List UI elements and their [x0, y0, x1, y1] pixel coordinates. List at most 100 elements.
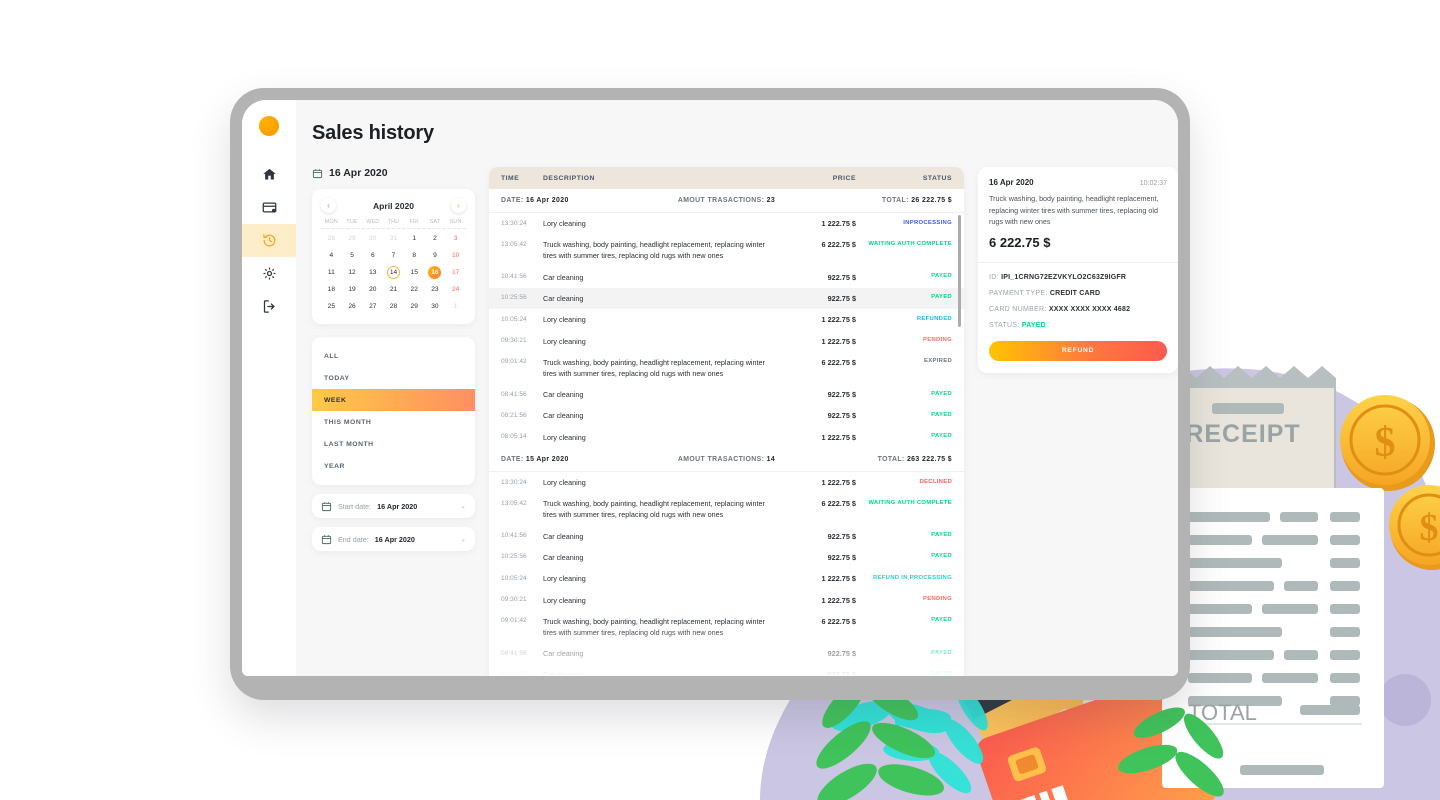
calendar-day[interactable]: 29: [342, 231, 363, 246]
calendar-divider: [321, 228, 466, 229]
table-row[interactable]: 13:30:24 Lory cleaning 1 222.75 $ DECLINED: [489, 472, 964, 493]
calendar-day[interactable]: 28: [321, 231, 342, 246]
sidebar-item-settings[interactable]: [242, 257, 296, 290]
calendar-weekday: MON: [324, 219, 338, 225]
refund-button[interactable]: REFUND: [989, 340, 1167, 361]
calendar-day[interactable]: 25: [321, 299, 342, 314]
calendar-weekday: TUE: [346, 219, 358, 225]
calendar-prev-month-button[interactable]: ‹: [321, 198, 336, 213]
calendar-day[interactable]: 15: [404, 265, 425, 280]
calendar-day-number: 18: [327, 286, 336, 293]
table-scrollbar[interactable]: [958, 215, 961, 327]
table-row[interactable]: 09:30:21 Lory cleaning 1 222.75 $ PENDING: [489, 331, 964, 352]
table-row[interactable]: 09:30:21 Lory cleaning 1 222.75 $ PENDING: [489, 590, 964, 611]
filter-list: ALL TODAY WEEK THIS MONTH LAST MONTH YEAR: [312, 337, 475, 485]
calendar-day[interactable]: 1: [445, 299, 466, 314]
table-row[interactable]: 08:21:56 Car cleaning 922.75 $ PAYED: [489, 664, 964, 676]
table-row[interactable]: 08:41:56 Car cleaning 922.75 $ PAYED: [489, 384, 964, 405]
sidebar-item-logout[interactable]: [242, 290, 296, 323]
row-status: PAYED: [931, 294, 952, 301]
table-row[interactable]: 13:30:24 Lory cleaning 1 222.75 $ INPROCESS…: [489, 213, 964, 234]
table-row[interactable]: 13:05:42 Truck washing, body painting, he…: [489, 234, 964, 266]
calendar-day[interactable]: 31: [383, 231, 404, 246]
calendar-day[interactable]: 21: [383, 282, 404, 297]
table-row[interactable]: 08:41:56 Car cleaning 922.75 $ PAYED: [489, 643, 964, 664]
table-row[interactable]: 08:05:14 Lory cleaning 1 222.75 $ PAYED: [489, 427, 964, 448]
table-row[interactable]: 10:05:24 Lory cleaning 1 222.75 $ REFUND IN…: [489, 568, 964, 589]
calendar-day-number: 20: [369, 286, 377, 293]
calendar-day[interactable]: 20: [362, 282, 383, 297]
sidebar-item-home[interactable]: [242, 158, 296, 191]
calendar-day[interactable]: 2: [425, 231, 446, 246]
calendar-weekday-row: MON TUE WED THU FRI SAT SUN: [321, 219, 466, 225]
calendar-month-label: April 2020: [372, 200, 415, 211]
sidebar-item-payments[interactable]: [242, 191, 296, 224]
calendar-day[interactable]: 4: [321, 248, 342, 263]
calendar-day[interactable]: 23: [425, 282, 446, 297]
detail-time: 10:02:37: [1139, 180, 1167, 187]
table-row[interactable]: 10:41:56 Car cleaning 922.75 $ PAYED: [489, 267, 964, 288]
sidebar-item-history[interactable]: [242, 224, 296, 257]
table-row[interactable]: 09:01:42 Truck washing, body painting, he…: [489, 611, 964, 643]
row-status: PAYED: [931, 532, 952, 539]
table-row[interactable]: 10:25:56 Car cleaning 922.75 $ PAYED: [489, 287, 964, 310]
calendar-day[interactable]: 29: [404, 299, 425, 314]
calendar-day[interactable]: 1: [404, 231, 425, 246]
calendar-day[interactable]: 17: [445, 265, 466, 280]
row-status: PAYED: [931, 390, 952, 397]
table-row[interactable]: 09:01:42 Truck washing, body painting, he…: [489, 352, 964, 384]
calendar-day[interactable]: 11: [321, 265, 342, 280]
calendar-day[interactable]: 14: [383, 265, 404, 280]
calendar-day[interactable]: 28: [383, 299, 404, 314]
calendar-day[interactable]: 6: [362, 248, 383, 263]
row-status: PAYED: [931, 273, 952, 280]
calendar-day[interactable]: 9: [425, 248, 446, 263]
left-panel: 16 Apr 2020 ‹ April 2020 › MON TUE WED THU F…: [312, 167, 475, 551]
end-date-field[interactable]: End date: 16 Apr 2020 ⌄: [312, 527, 475, 551]
filter-this-month[interactable]: THIS MONTH: [312, 411, 475, 433]
row-description: Lory cleaning: [543, 336, 586, 346]
calendar-day[interactable]: 13: [362, 265, 383, 280]
calendar-day[interactable]: 7: [383, 248, 404, 263]
calendar-day[interactable]: 8: [404, 248, 425, 263]
calendar-day-number: 22: [410, 286, 418, 293]
calendar-day[interactable]: 3: [445, 231, 466, 246]
start-date-field[interactable]: Start date: 16 Apr 2020 ⌄: [312, 494, 475, 518]
row-time: 10:05:24: [501, 315, 527, 323]
filter-last-month[interactable]: LAST MONTH: [312, 433, 475, 455]
table-row[interactable]: 10:05:24 Lory cleaning 1 222.75 $ REFUNDED: [489, 309, 964, 330]
row-description: Truck washing, body painting, headlight …: [543, 616, 765, 637]
calendar-day[interactable]: 30: [425, 299, 446, 314]
filter-all[interactable]: ALL: [312, 345, 475, 367]
calendar-day[interactable]: 22: [404, 282, 425, 297]
filter-week[interactable]: WEEK: [312, 389, 475, 411]
row-price: 922.75 $: [827, 552, 856, 562]
table-row[interactable]: 13:05:42 Truck washing, body painting, he…: [489, 493, 964, 525]
calendar-day[interactable]: 10: [445, 248, 466, 263]
row-price: 6 222.75 $: [821, 240, 857, 250]
row-price: 922.75 $: [827, 411, 856, 421]
calendar-day-grid: 28 29 30 31 1 2 3 4 5 6 7 8 9 10 11 12 13 14 15 16 17 18 19 20 2…: [321, 231, 466, 314]
filter-today[interactable]: TODAY: [312, 367, 475, 389]
table-row[interactable]: 10:41:56 Car cleaning 922.75 $ PAYED: [489, 526, 964, 547]
calendar-day[interactable]: 12: [342, 265, 363, 280]
calendar-day-number: 28: [327, 235, 336, 242]
calendar-day[interactable]: 16: [425, 265, 446, 280]
calendar-day[interactable]: 26: [342, 299, 363, 314]
calendar-day[interactable]: 5: [342, 248, 363, 263]
calendar-day[interactable]: 18: [321, 282, 342, 297]
logout-icon: [263, 300, 275, 313]
table-row[interactable]: 10:25:56 Car cleaning 922.75 $ PAYED: [489, 547, 964, 568]
detail-payment-type-row: PAYMENT TYPE: CREDIT CARD: [989, 290, 1167, 297]
calendar-next-month-button[interactable]: ›: [451, 198, 466, 213]
table-row[interactable]: 08:21:56 Car cleaning 922.75 $ PAYED: [489, 405, 964, 426]
detail-status-row: STATUS: PAYED: [989, 322, 1167, 329]
calendar-day[interactable]: 27: [362, 299, 383, 314]
svg-text:TOTAL: TOTAL: [1188, 700, 1257, 725]
calendar-day[interactable]: 24: [445, 282, 466, 297]
calendar-day[interactable]: 30: [362, 231, 383, 246]
calendar-header: ‹ April 2020 ›: [321, 198, 466, 213]
detail-card-number-row: CARD NUMBER: XXXX XXXX XXXX 4682: [989, 306, 1167, 313]
filter-year[interactable]: YEAR: [312, 455, 475, 477]
calendar-day[interactable]: 19: [342, 282, 363, 297]
